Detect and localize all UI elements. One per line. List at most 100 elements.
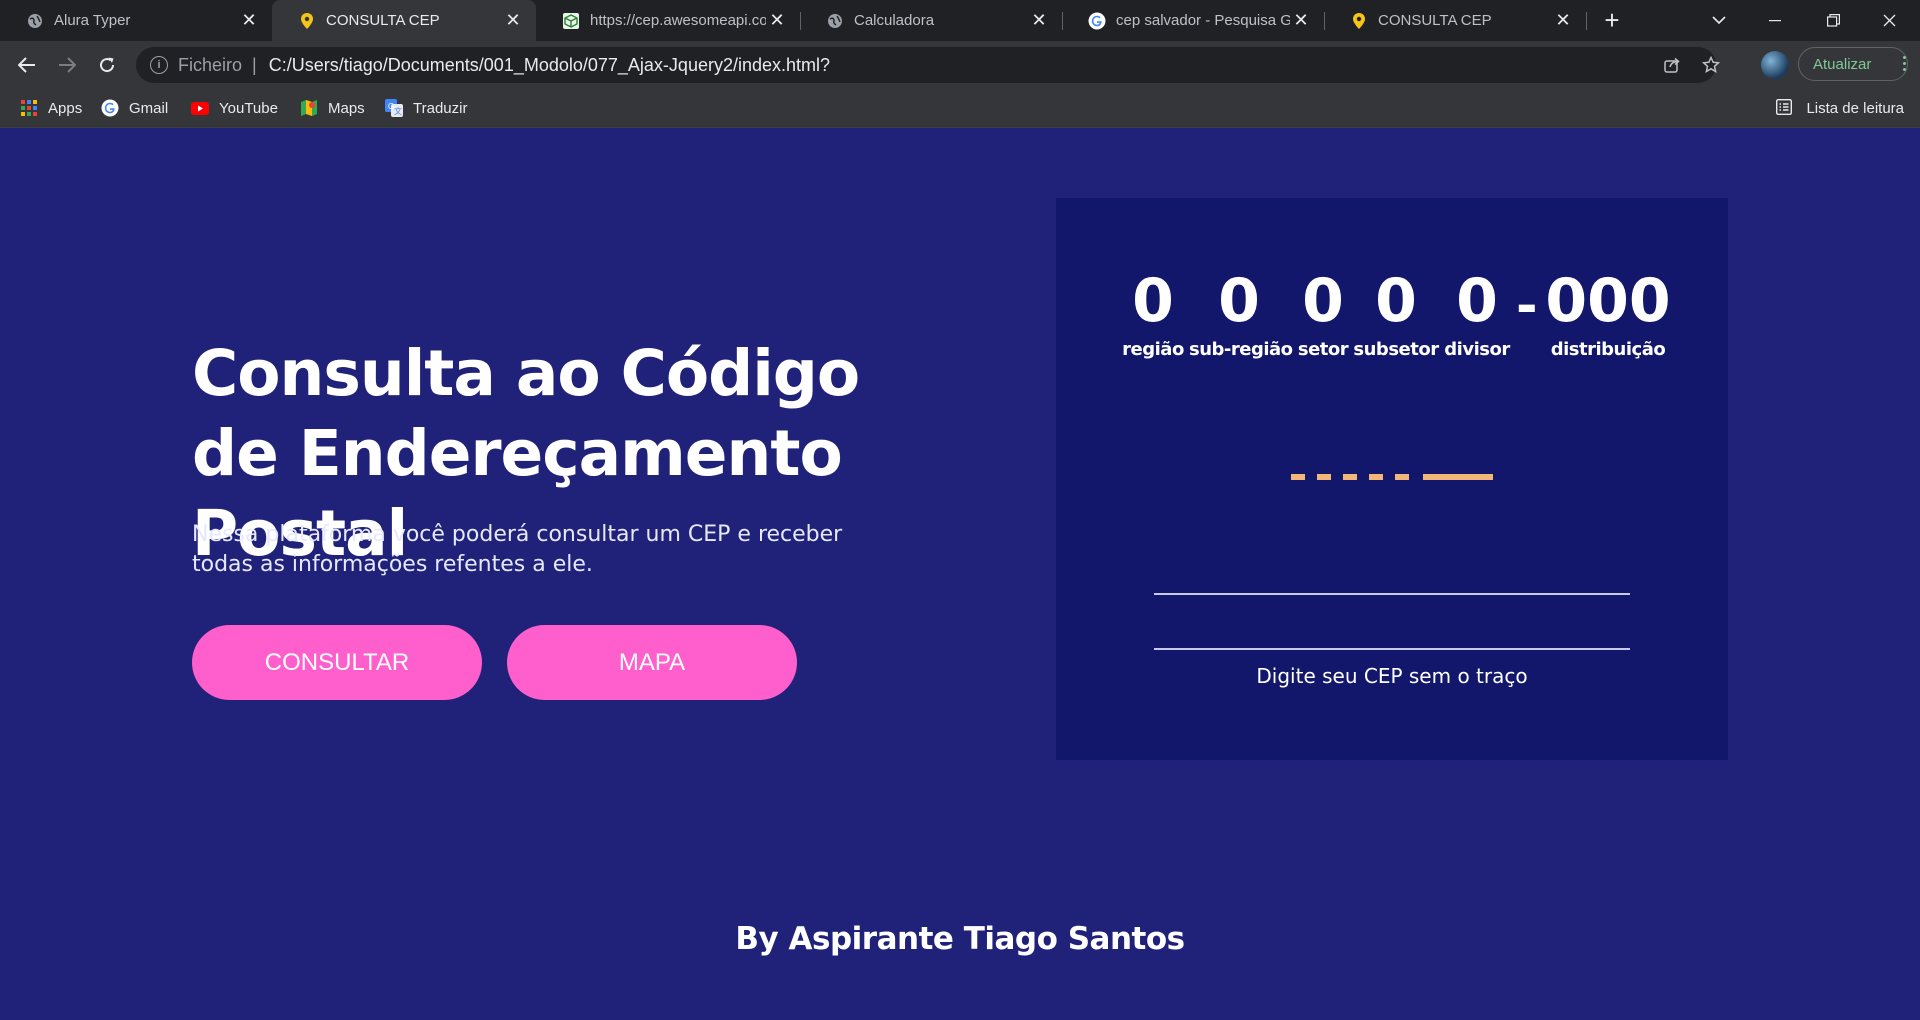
placeholder-dash (1395, 474, 1409, 480)
maps-icon (300, 99, 318, 117)
page-description: Nessa plataforma você poderá consultar u… (192, 522, 843, 577)
close-tab-icon[interactable]: ✕ (238, 10, 260, 32)
cep-digit-value: 000 (1545, 266, 1671, 336)
map-button[interactable]: MAPA (507, 625, 797, 700)
cep-placeholder-dashes (1291, 474, 1493, 480)
close-window-icon[interactable] (1866, 0, 1912, 41)
cep-digit-value: 0 (1375, 266, 1417, 336)
cep-separator: - (1516, 276, 1538, 336)
placeholder-dash (1369, 474, 1383, 480)
close-tab-icon[interactable]: ✕ (1028, 10, 1050, 32)
restore-window-icon[interactable] (1810, 0, 1856, 41)
cep-digit-sub-regiao: 0 sub-região (1189, 266, 1293, 360)
tab-awesomeapi[interactable]: https://cep.awesomeapi.com ✕ (536, 0, 800, 41)
bookmark-label: Apps (48, 99, 83, 117)
consult-button[interactable]: CONSULTAR (192, 625, 482, 700)
cep-digit-setor: 0 setor (1291, 266, 1355, 360)
address-separator: | (252, 54, 257, 75)
google-icon (101, 99, 119, 117)
cep-digit-value: 0 (1302, 266, 1344, 336)
author-credit: By Aspirante Tiago Santos (735, 921, 1185, 957)
reload-icon[interactable] (91, 49, 123, 81)
tab-alura-typer[interactable]: Alura Typer ✕ (0, 0, 272, 41)
reading-list-button[interactable]: Lista de leitura (1776, 89, 1904, 127)
cep-field-bottom-line (1154, 648, 1630, 650)
cep-digit-value: 0 (1218, 266, 1260, 336)
globe-icon (26, 12, 44, 30)
browser-toolbar: i Ficheiro | C:/Users/tiago/Documents/00… (0, 41, 1920, 89)
bookmark-label: Traduzir (413, 99, 468, 117)
forward-arrow-icon[interactable] (51, 49, 83, 81)
youtube-icon (191, 99, 209, 117)
cep-digit-subsetor: 0 subsetor (1353, 266, 1439, 360)
address-url[interactable]: C:/Users/tiago/Documents/001_Modolo/077_… (269, 55, 830, 76)
translate-icon: G文 (385, 99, 403, 117)
bookmark-apps[interactable]: Apps (20, 89, 82, 127)
bookmark-label: Maps (328, 99, 365, 117)
tab-search-chevron-icon[interactable] (1702, 0, 1736, 41)
close-tab-icon[interactable]: ✕ (1290, 10, 1312, 32)
cep-digit-regiao: 0 região (1118, 266, 1188, 360)
page-content: Consulta ao Código de Endereçamento Post… (0, 128, 1920, 1020)
tab-title: CONSULTA CEP (326, 12, 440, 29)
tab-calculadora[interactable]: Calculadora ✕ (800, 0, 1062, 41)
browser-menu-icon[interactable] (1903, 56, 1906, 71)
svg-text:文: 文 (394, 106, 402, 116)
cep-digit-label: região (1122, 339, 1184, 360)
close-tab-icon[interactable]: ✕ (502, 10, 524, 32)
reading-list-label: Lista de leitura (1806, 99, 1904, 117)
bookmark-label: YouTube (219, 99, 278, 117)
bookmark-traduzir[interactable]: G文 Traduzir (385, 89, 467, 127)
minimize-window-icon[interactable] (1752, 0, 1798, 41)
globe-icon (826, 12, 844, 30)
cep-digit-divisor: 0 divisor (1442, 266, 1512, 360)
close-tab-icon[interactable]: ✕ (766, 10, 788, 32)
tab-consulta-cep-active[interactable]: CONSULTA CEP ✕ (272, 0, 536, 41)
apps-grid-icon (20, 99, 38, 117)
tab-google-search[interactable]: cep salvador - Pesquisa Goo ✕ (1062, 0, 1324, 41)
close-tab-icon[interactable]: ✕ (1552, 10, 1574, 32)
cep-input[interactable] (1154, 594, 1630, 642)
new-tab-button[interactable]: + (1595, 0, 1629, 41)
share-icon[interactable] (1660, 47, 1684, 83)
cep-digit-label: sub-região (1189, 339, 1293, 360)
tab-strip: Alura Typer ✕ CONSULTA CEP ✕ https://cep… (0, 0, 1920, 41)
site-info-icon[interactable]: i (150, 56, 168, 74)
back-arrow-icon[interactable] (11, 49, 43, 81)
tab-title: https://cep.awesomeapi.com (590, 12, 766, 29)
tab-consulta-cep-2[interactable]: CONSULTA CEP ✕ (1324, 0, 1586, 41)
bookmark-maps[interactable]: Maps (300, 89, 365, 127)
bookmarks-bar: Apps Gmail YouTube Maps G文 Traduzir List… (0, 89, 1920, 128)
bookmark-star-icon[interactable] (1699, 47, 1723, 83)
cep-digit-value: 0 (1132, 266, 1174, 336)
placeholder-dash (1291, 474, 1305, 480)
profile-avatar[interactable] (1761, 51, 1789, 79)
reading-list-icon (1776, 99, 1794, 117)
address-scheme-label: Ficheiro (178, 54, 243, 75)
map-pin-icon (1350, 12, 1368, 30)
map-pin-icon (298, 12, 316, 30)
cep-digit-distribuicao: 000 distribuição (1540, 266, 1676, 360)
cep-digit-label: divisor (1444, 339, 1510, 360)
cep-digit-value: 0 (1456, 266, 1498, 336)
tab-title: cep salvador - Pesquisa Goo (1116, 12, 1290, 29)
placeholder-dash-long (1423, 474, 1493, 480)
cep-digit-label: distribuição (1550, 339, 1666, 360)
bookmark-gmail[interactable]: Gmail (101, 89, 168, 127)
placeholder-dash (1317, 474, 1331, 480)
cep-digit-label: subsetor (1353, 339, 1439, 360)
cep-digit-label: setor (1297, 339, 1349, 360)
cep-input-hint: Digite seu CEP sem o traço (1256, 664, 1528, 688)
google-icon (1088, 12, 1106, 30)
update-browser-button[interactable]: Atualizar (1798, 47, 1908, 81)
address-bar[interactable]: i Ficheiro | C:/Users/tiago/Documents/00… (136, 47, 1720, 83)
tab-title: Calculadora (854, 12, 935, 29)
tab-title: CONSULTA CEP (1378, 12, 1492, 29)
cep-card: 0 região 0 sub-região 0 setor 0 subsetor… (1056, 198, 1728, 760)
bookmark-youtube[interactable]: YouTube (191, 89, 278, 127)
tab-divider (1586, 12, 1587, 30)
update-label: Atualizar (1813, 55, 1872, 73)
placeholder-dash (1343, 474, 1357, 480)
tab-title: Alura Typer (54, 12, 131, 29)
api-cube-icon (562, 12, 580, 30)
